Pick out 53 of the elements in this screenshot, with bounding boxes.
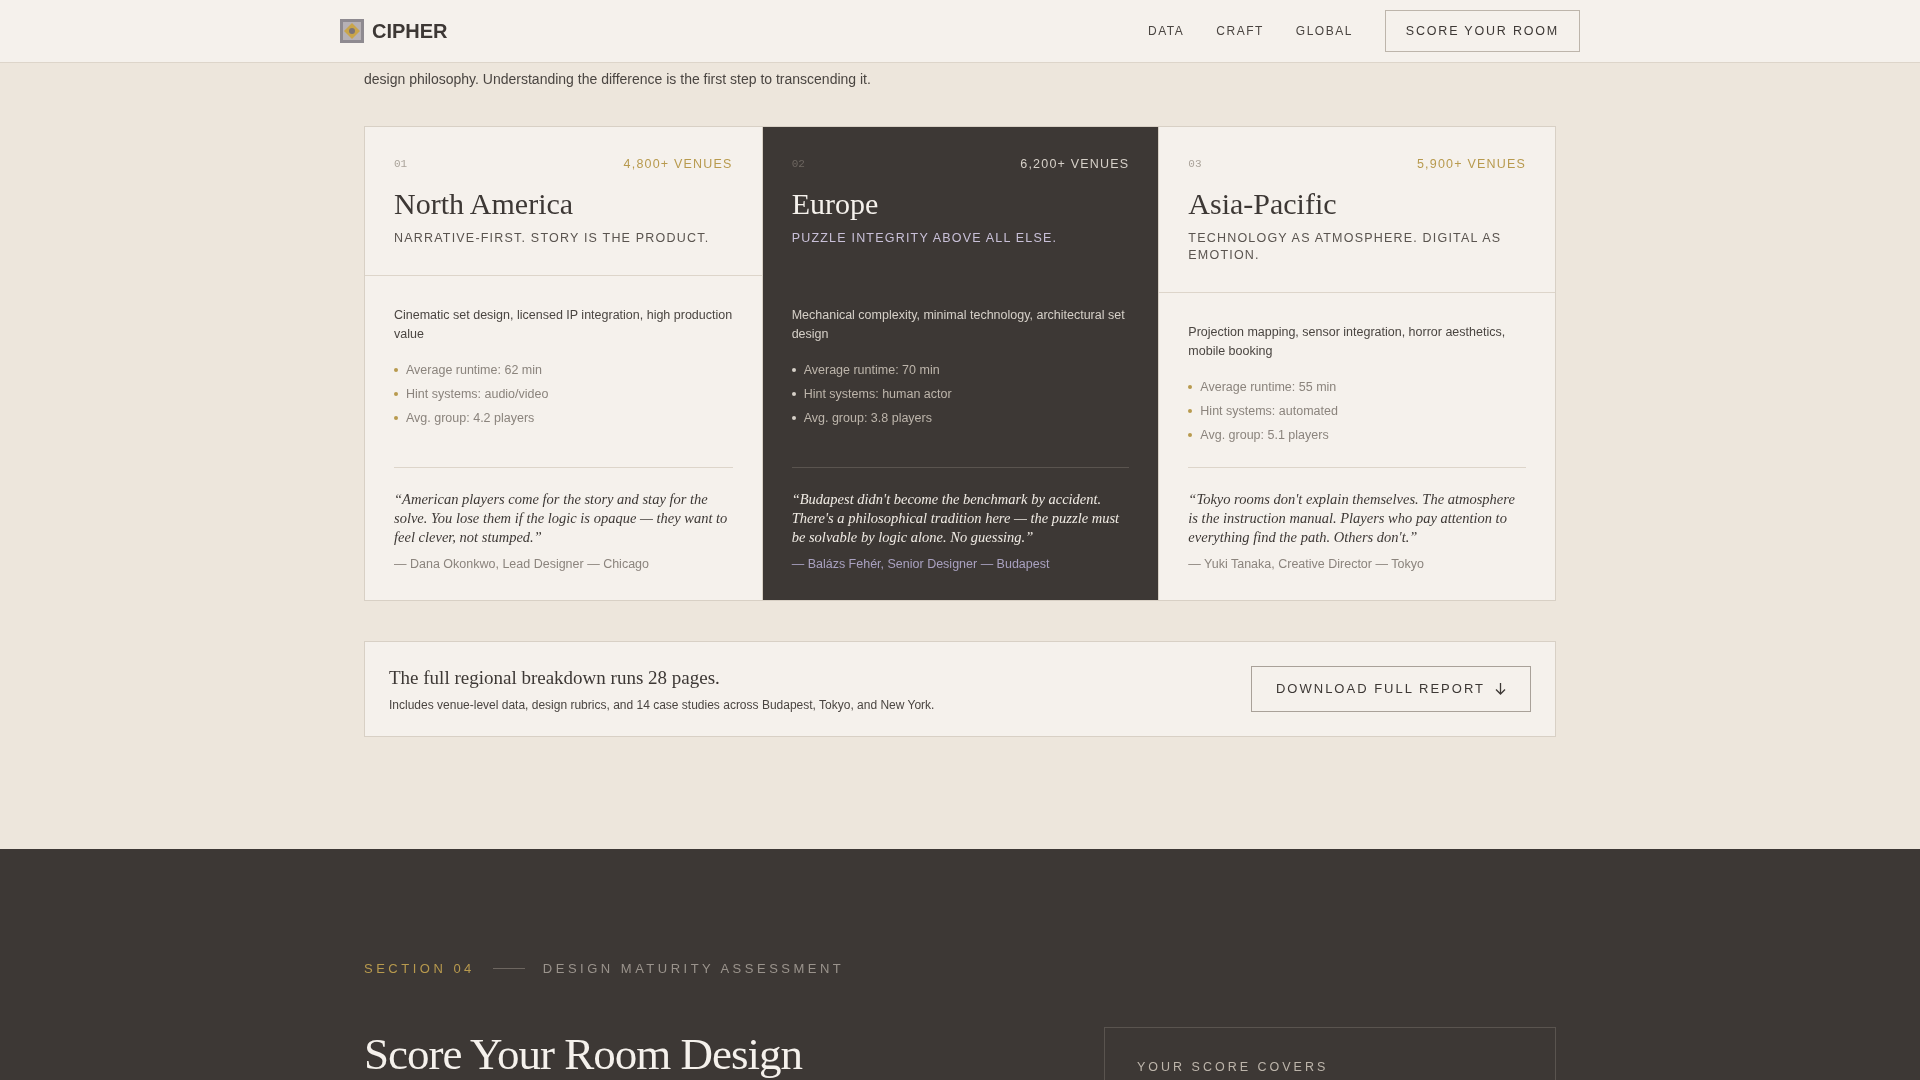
panel-title: YOUR SCORE COVERS (1137, 1058, 1330, 1076)
region-tagline: NARRATIVE-FIRST. STORY IS THE PRODUCT. (394, 229, 711, 247)
report-description: Includes venue-level data, design rubrics, and 14 case studies across Budapest, Tokyo, and New York. (389, 697, 935, 715)
report-title: The full regional breakdown runs 28 pages. (389, 665, 721, 690)
nav-link[interactable]: CRAFT (1216, 22, 1264, 40)
region-description: Projection mapping, sensor integration, horror aesthetics, mobile booking (1188, 323, 1507, 360)
score-room-button[interactable]: SCORE YOUR ROOM (1384, 9, 1580, 53)
card-number: 03 (1188, 157, 1202, 173)
card-number: 01 (394, 157, 408, 173)
nav-link[interactable]: DATA (1148, 22, 1185, 40)
region-description: Cinematic set design, licensed IP integration, high production value (394, 306, 733, 343)
stat-item: Avg. group: 5.1 players (1200, 427, 1329, 445)
bullet-icon (394, 368, 398, 373)
bullet-icon (1188, 433, 1193, 438)
stat-item: Hint systems: automated (1200, 403, 1338, 421)
venue-count: 4,800+ VENUES (623, 156, 733, 173)
stat-item: Average runtime: 62 min (406, 362, 542, 380)
nav-link[interactable]: GLOBAL (1295, 22, 1353, 40)
quote-attribution: — Dana Okonkwo, Lead Designer — Chicago (394, 555, 650, 573)
stat-item: Hint systems: audio/video (406, 386, 549, 404)
bullet-icon (791, 368, 796, 373)
download-button[interactable]: DOWNLOAD FULL REPORT (1250, 666, 1531, 712)
region-description: Mechanical complexity, minimal technology, architectural set design (791, 306, 1126, 343)
bullet-icon (1188, 409, 1193, 414)
region-name: Asia-Pacific (1188, 185, 1338, 222)
download-icon (1495, 682, 1506, 695)
bullet-icon (791, 392, 796, 397)
stat-item: Average runtime: 55 min (1200, 379, 1337, 397)
quote-text: “Tokyo rooms don't explain themselves. The atmosphere is the instruction manual. Players who pay attention to everything find the path. Others don't.” (1188, 490, 1516, 547)
section-eyebrow: DESIGN MATURITY ASSESSMENT (542, 960, 845, 979)
quote-text: “American players come for the story and stay for the solve. You lose them if the logic is opaque — they want to feel clever, not stumped.” (394, 490, 729, 547)
brand-name[interactable]: CIPHER (372, 16, 448, 46)
quote-attribution: — Balázs Fehér, Senior Designer — Budapest (791, 555, 1051, 573)
quote-attribution: — Yuki Tanaka, Creative Director — Tokyo (1188, 555, 1425, 573)
region-name: North America (394, 185, 575, 222)
bullet-icon (791, 416, 796, 421)
region-tagline: TECHNOLOGY AS ATMOSPHERE. DIGITAL AS EMOTION. (1188, 229, 1503, 264)
venue-count: 5,900+ VENUES (1416, 156, 1526, 173)
region-tagline: PUZZLE INTEGRITY ABOVE ALL ELSE. (791, 229, 1059, 247)
region-name: Europe (791, 185, 880, 222)
stat-item: Avg. group: 4.2 players (406, 410, 535, 428)
section-title: Score Your Room Design (364, 1028, 803, 1080)
section-label: SECTION 04 (364, 960, 475, 979)
intro-text: design philosophy. Understanding the difference is the first step to transcending it. (364, 70, 872, 89)
venue-count: 6,200+ VENUES (1020, 156, 1130, 173)
stat-item: Average runtime: 70 min (803, 362, 940, 380)
bullet-icon (394, 392, 398, 397)
stat-item: Avg. group: 3.8 players (803, 410, 932, 428)
stat-item: Hint systems: human actor (803, 386, 952, 404)
bullet-icon (1188, 385, 1193, 390)
quote-text: “Budapest didn't become the benchmark by accident. There's a philosophical tradition here — the puzzle must be solvable by logic alone. No guessing.” (791, 490, 1121, 547)
bullet-icon (394, 416, 398, 421)
logo-icon (340, 19, 364, 43)
